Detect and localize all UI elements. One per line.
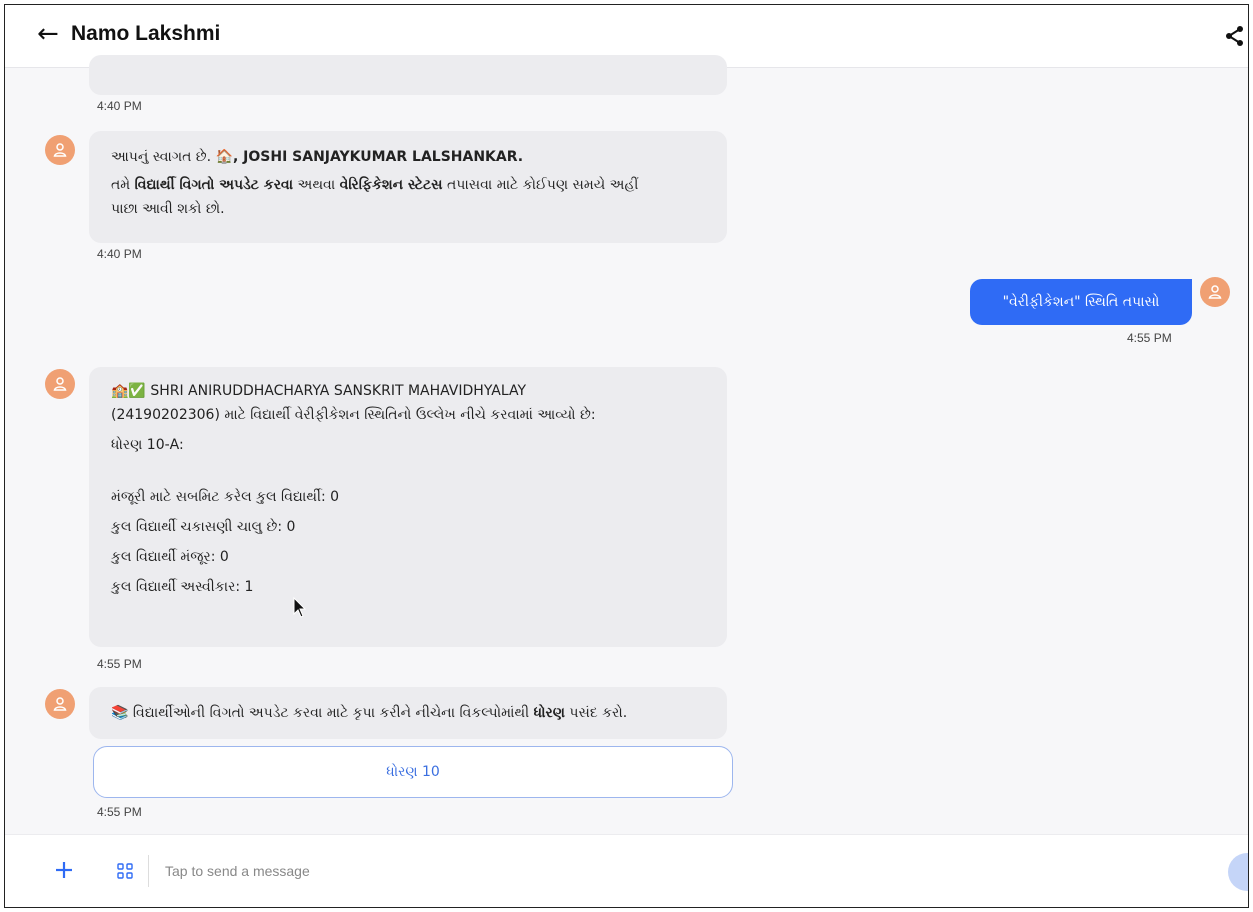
welcome-text: અથવા — [293, 177, 340, 193]
bot-avatar — [45, 689, 75, 719]
message-time: 4:55 PM — [97, 805, 142, 819]
message-bubble-welcome: આપનું સ્વાગત છે. 🏠, JOSHI SANJAYKUMAR LA… — [89, 131, 727, 243]
grid-menu-icon[interactable] — [117, 863, 133, 879]
user-icon — [1208, 285, 1222, 299]
stat-submitted: મંજૂરી માટે સબમિટ કરેલ કુલ વિદ્યાર્થી: 0 — [111, 489, 340, 505]
welcome-bold-status: વેરિફિકેશન સ્ટેટસ — [339, 177, 443, 193]
school-emoji-icon: 🏫✅ — [111, 383, 146, 399]
message-input[interactable] — [163, 853, 1167, 889]
books-emoji-icon: 📚 — [111, 705, 129, 721]
message-bubble-partial — [89, 55, 727, 95]
welcome-prefix: આપનું સ્વાગત છે. — [111, 149, 216, 165]
message-bubble-status: 🏫✅ SHRI ANIRUDDHACHARYA SANSKRIT MAHAVID… — [89, 367, 727, 647]
stat-rejected: કુલ વિદ્યાર્થી અસ્વીકાર: 1 — [111, 579, 254, 595]
welcome-text: તમે — [111, 177, 135, 193]
plus-icon[interactable] — [53, 859, 75, 881]
message-time: 4:40 PM — [97, 247, 142, 261]
class-label: ધોરણ 10-A: — [111, 437, 184, 453]
composer-bar — [5, 834, 1248, 907]
share-icon[interactable] — [1224, 24, 1246, 48]
bot-avatar — [45, 135, 75, 165]
message-time: 4:40 PM — [97, 99, 142, 113]
user-icon — [53, 377, 67, 391]
chat-window: ← Namo Lakshmi 4:40 PM આપનું સ્વાગત છે. … — [4, 4, 1249, 908]
divider — [148, 855, 149, 887]
welcome-bold-update: વિદ્યાર્થી વિગતો અપડેટ કરવા — [134, 177, 294, 193]
send-icon[interactable] — [1228, 853, 1248, 891]
user-message-bubble: "વેરીફીકેશન" સ્થિતિ તપાસો — [970, 279, 1192, 325]
mouse-cursor-icon — [293, 597, 307, 618]
select-bold: ધોરણ — [533, 705, 565, 721]
message-time: 4:55 PM — [1127, 331, 1172, 345]
select-text: વિદ્યાર્થીઓની વિગતો અપડેટ કરવા માટે કૃપા… — [128, 705, 534, 721]
house-emoji-icon: 🏠 — [215, 149, 233, 165]
message-time: 4:55 PM — [97, 657, 142, 671]
user-icon — [53, 143, 67, 157]
message-bubble-select: 📚 વિદ્યાર્થીઓની વિગતો અપડેટ કરવા માટે કૃ… — [89, 687, 727, 739]
user-icon — [53, 697, 67, 711]
school-name: SHRI ANIRUDDHACHARYA SANSKRIT MAHAVIDHYA… — [145, 383, 527, 399]
user-name: , JOSHI SANJAYKUMAR LALSHANKAR. — [232, 149, 524, 165]
select-text: પસંદ કરો. — [564, 705, 628, 721]
stat-in-progress: કુલ વિદ્યાર્થી ચકાસણી ચાલુ છે: 0 — [111, 519, 296, 535]
message-list[interactable]: 4:40 PM આપનું સ્વાગત છે. 🏠, JOSHI SANJAY… — [5, 55, 1248, 835]
stat-approved: કુલ વિદ્યાર્થી મંજૂર: 0 — [111, 549, 229, 565]
bot-avatar — [45, 369, 75, 399]
page-title: Namo Lakshmi — [71, 22, 221, 45]
welcome-text: પાછા આવી શકો છો. — [111, 201, 225, 217]
arrow-left-icon[interactable]: ← — [37, 19, 59, 49]
status-intro: (24190202306) માટે વિદ્યાર્થી વેરીફીકેશન… — [111, 407, 596, 423]
option-standard-10-button[interactable]: ધોરણ 10 — [93, 746, 733, 798]
user-avatar — [1200, 277, 1230, 307]
welcome-text: તપાસવા માટે કોઈપણ સમયે અહીં — [442, 177, 639, 193]
